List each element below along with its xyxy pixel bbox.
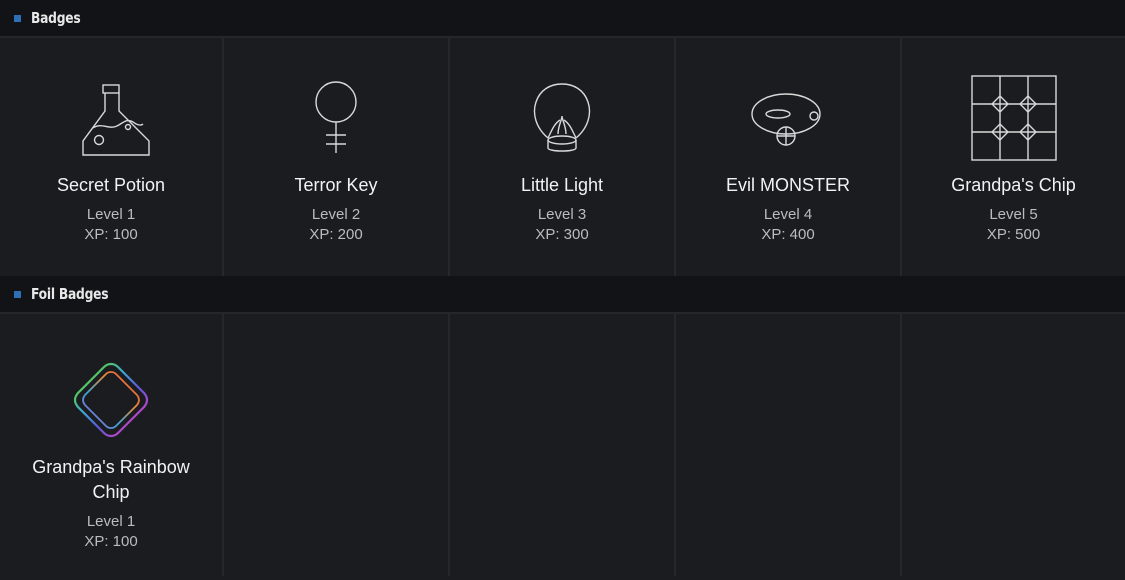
chip-grid-icon — [964, 68, 1064, 168]
badges-section-header: Badges — [0, 0, 1125, 38]
potion-flask-icon — [61, 68, 161, 168]
badge-xp: XP: 400 — [761, 226, 815, 243]
badge-card-grandpas-rainbow-chip[interactable]: Grandpa's Rainbow Chip Level 1 XP: 100 — [0, 314, 224, 576]
badge-card-secret-potion[interactable]: Secret Potion Level 1 XP: 100 — [0, 38, 224, 276]
badge-name: Terror Key — [294, 175, 378, 195]
badges-grid: Secret Potion Level 1 XP: 100 Terror Key… — [0, 38, 1125, 276]
badge-card-grandpas-chip[interactable]: Grandpa's Chip Level 5 XP: 500 — [902, 38, 1125, 276]
foil-badges-section-header: Foil Badges — [0, 276, 1125, 314]
badge-card-little-light[interactable]: Little Light Level 3 XP: 300 — [450, 38, 676, 276]
badges-section-title: Badges — [31, 9, 81, 27]
foil-badges-section-title: Foil Badges — [31, 285, 109, 303]
badge-name: Grandpa's Rainbow Chip — [32, 457, 190, 502]
badge-xp: XP: 500 — [986, 226, 1041, 243]
badge-level: Level 1 — [86, 206, 136, 223]
foil-badges-grid: Grandpa's Rainbow Chip Level 1 XP: 100 — [0, 314, 1125, 576]
female-symbol-key-icon — [286, 68, 386, 168]
monster-face-icon — [738, 68, 838, 168]
badge-name: Secret Potion — [56, 175, 166, 195]
empty-badge-slot — [902, 314, 1125, 576]
foil-badges-section: Foil Badges Grandpa's Rainbow Chip Level… — [0, 276, 1125, 576]
badge-level: Level 5 — [989, 206, 1038, 223]
badge-xp: XP: 300 — [535, 226, 589, 243]
badge-card-evil-monster[interactable]: Evil MONSTER Level 4 XP: 400 — [676, 38, 902, 276]
badges-section: Badges Secret Potion Level 1 XP: 100 Ter… — [0, 0, 1125, 276]
section-marker-icon — [14, 290, 21, 298]
empty-badge-slot — [224, 314, 450, 576]
badge-level: Level 2 — [311, 206, 361, 223]
rainbow-diamond-icon — [61, 350, 161, 450]
badge-card-terror-key[interactable]: Terror Key Level 2 XP: 200 — [224, 38, 450, 276]
empty-badge-slot — [676, 314, 902, 576]
badge-xp: XP: 100 — [84, 226, 138, 243]
badge-name: Evil MONSTER — [725, 175, 850, 195]
badge-xp: XP: 200 — [309, 226, 363, 243]
empty-badge-slot — [450, 314, 676, 576]
badge-xp: XP: 100 — [84, 533, 138, 550]
badge-level: Level 4 — [763, 206, 813, 223]
badge-level: Level 1 — [86, 513, 136, 530]
badge-name: Grandpa's Chip — [951, 175, 1076, 195]
badge-name: Little Light — [520, 175, 604, 195]
badge-level: Level 3 — [537, 206, 587, 223]
lightbulb-icon — [512, 68, 612, 168]
section-marker-icon — [14, 14, 21, 22]
